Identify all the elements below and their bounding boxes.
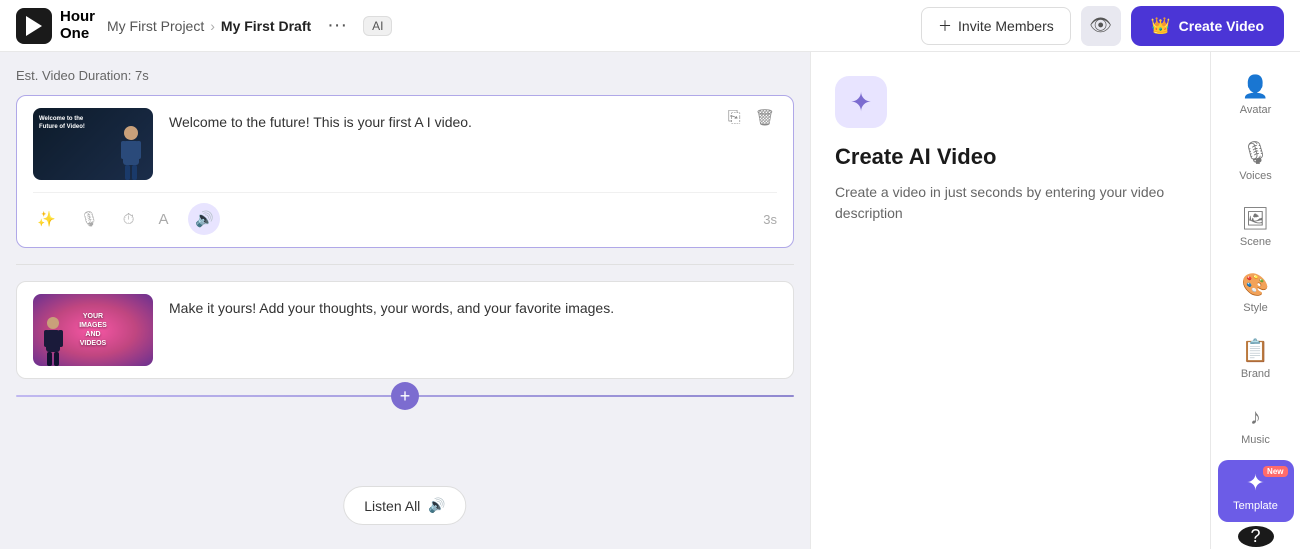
header: Hour One My First Project › My First Dra… [0,0,1300,52]
voices-icon: 🎙 [1242,140,1270,166]
invite-label: Invite Members [958,18,1054,34]
listen-all-label: Listen All [364,498,420,514]
thumb2-overlay-text: YOURIMAGESANDVIDEOS [79,312,107,348]
question-mark-icon: ? [1250,526,1260,547]
delete-button[interactable]: 🗑 [753,106,777,130]
help-button[interactable]: ? [1238,526,1274,547]
microphone-button[interactable]: 🎙 [76,208,103,230]
breadcrumb: My First Project › My First Draft [107,18,311,34]
scene-toolbar-top: ⎘ 🗑 [726,106,777,130]
sidebar-item-style[interactable]: 🎨 Style [1218,262,1294,324]
add-scene-row: + [16,395,794,397]
scene-divider [16,264,794,265]
new-badge: New [1263,466,1287,477]
breadcrumb-current: My First Draft [221,18,311,34]
sidebar-label-voices: Voices [1239,170,1271,182]
scene-card-1[interactable]: ⎘ 🗑 Welcome to theFuture of Video! [16,95,794,248]
sidebar-item-brand[interactable]: 📋 Brand [1218,328,1294,390]
header-right: ＋ Invite Members 👁 👑 Create Video [921,6,1284,46]
scene-card-inner-2: YOURIMAGESANDVIDEOS Make it yours! Add y… [33,294,777,366]
sidebar-item-scene[interactable]: 🖼 Scene [1218,196,1294,258]
invite-members-button[interactable]: ＋ Invite Members [921,7,1071,45]
sidebar-item-voices[interactable]: 🎙 Voices [1218,130,1294,192]
crown-icon: 👑 [1151,16,1171,36]
copy-button[interactable]: ⎘ [726,106,743,130]
brand-icon: 📋 [1242,338,1269,364]
preview-button[interactable]: 👁 [1081,6,1121,46]
est-duration: Est. Video Duration: 7s [16,68,794,83]
template-icon: ✦ [1246,470,1264,496]
sidebar-item-music[interactable]: ♪ Music [1218,394,1294,456]
ai-sparkle-icon: ✦ [850,87,872,118]
right-panel-title: Create AI Video [835,144,1186,170]
scene-toolbar-bottom: ✨ 🎙 ⏱ A 🔊 3s [33,192,777,235]
hourOne-logo-icon [16,8,52,44]
create-video-button[interactable]: 👑 Create Video [1131,6,1284,46]
sidebar-item-avatar[interactable]: 👤 Avatar [1218,64,1294,126]
breadcrumb-parent[interactable]: My First Project [107,18,204,34]
thumb2-person-svg [41,316,66,366]
sidebar-label-template: Template [1233,500,1278,512]
add-scene-button[interactable]: + [391,382,419,410]
create-video-label: Create Video [1179,18,1264,34]
thumb1-overlay-text: Welcome to theFuture of Video! [39,116,85,132]
ai-badge: AI [363,16,392,36]
scene-duration-1: 3s [763,212,777,227]
plus-icon: ＋ [938,16,952,36]
sidebar: 👤 Avatar 🎙 Voices 🖼 Scene 🎨 Style 📋 Bran… [1210,52,1300,549]
avatar-icon: 👤 [1242,74,1269,100]
speaker-icon: 🔊 [428,497,445,514]
eye-icon: 👁 [1089,15,1112,36]
scene-text-2[interactable]: Make it yours! Add your thoughts, your w… [169,294,777,319]
logo: Hour One [16,8,95,44]
right-panel-description: Create a video in just seconds by enteri… [835,182,1186,224]
ai-icon-bubble: ✦ [835,76,887,128]
scene-card-2[interactable]: YOURIMAGESANDVIDEOS Make it yours! Add y… [16,281,794,379]
right-panel: ✦ Create AI Video Create a video in just… [810,52,1210,549]
sidebar-label-scene: Scene [1240,236,1271,248]
sidebar-label-style: Style [1243,302,1267,314]
magic-button[interactable]: ✨ [33,208,60,230]
sidebar-label-music: Music [1241,434,1270,446]
more-options-button[interactable]: ··· [323,10,351,41]
editor-area: Est. Video Duration: 7s ⎘ 🗑 Welcome to t… [0,52,810,549]
scene-icon: 🖼 [1242,206,1270,232]
thumb1-person-svg [117,125,145,180]
listen-all-button[interactable]: Listen All 🔊 [343,486,466,525]
sidebar-label-brand: Brand [1241,368,1270,380]
sidebar-item-template[interactable]: New ✦ Template [1218,460,1294,522]
scene-thumbnail-2: YOURIMAGESANDVIDEOS [33,294,153,366]
scene-card-inner-1: Welcome to theFuture of Video! Welcome t… [33,108,777,180]
scene-text-1[interactable]: Welcome to the future! This is your firs… [169,108,777,133]
logo-text: Hour One [60,9,95,42]
breadcrumb-separator: › [210,18,215,34]
scene-thumbnail-1: Welcome to theFuture of Video! [33,108,153,180]
music-icon: ♪ [1250,404,1261,430]
main-content: Est. Video Duration: 7s ⎘ 🗑 Welcome to t… [0,52,1300,549]
clock-button[interactable]: ⏱ [119,209,139,230]
font-button[interactable]: A [154,209,172,230]
style-icon: 🎨 [1242,272,1269,298]
volume-button[interactable]: 🔊 [188,203,220,235]
sidebar-label-avatar: Avatar [1240,104,1272,116]
